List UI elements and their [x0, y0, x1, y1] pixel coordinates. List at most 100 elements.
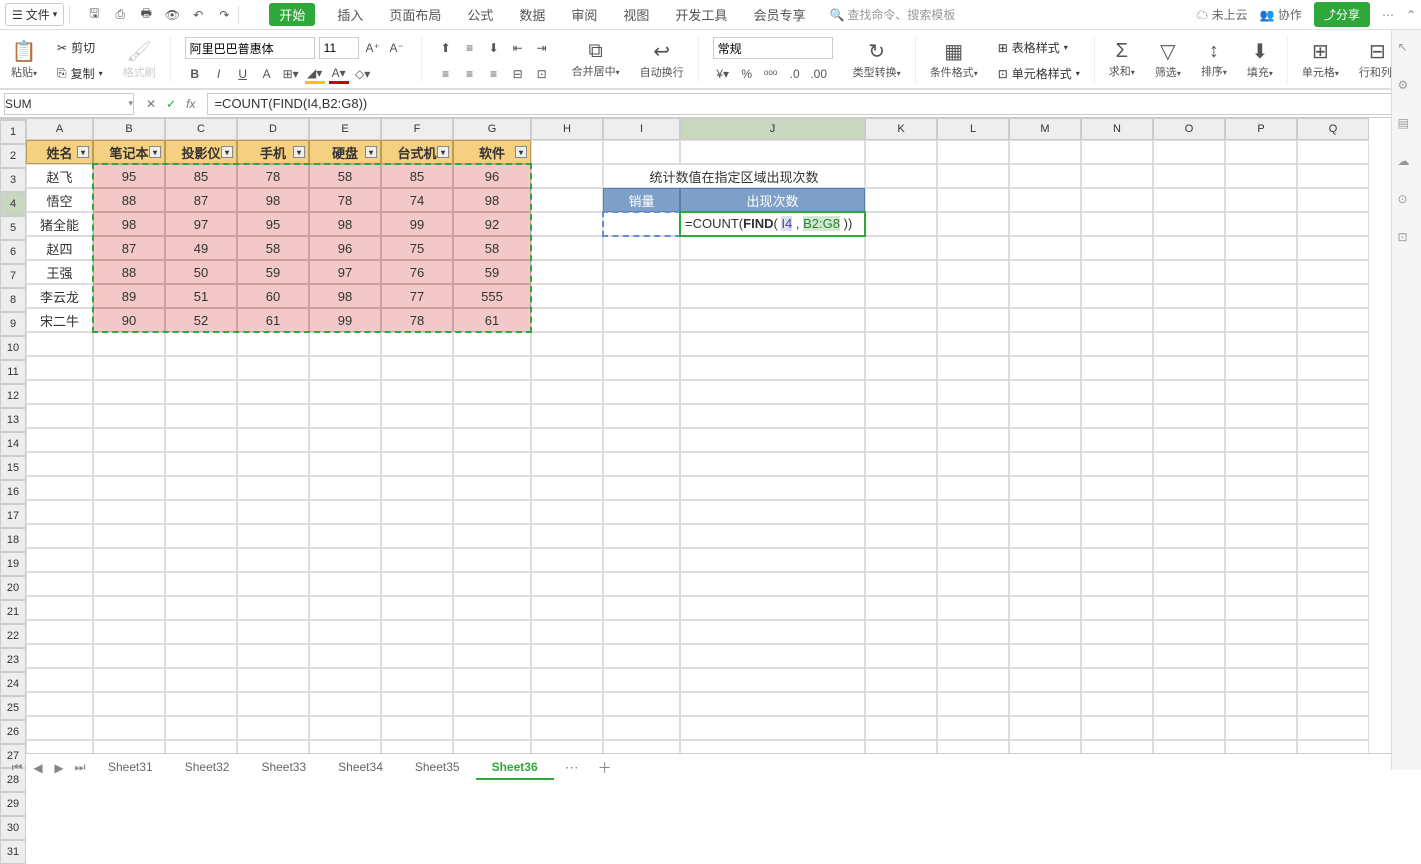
cell-P12[interactable] — [1225, 404, 1297, 428]
cell-M14[interactable] — [1009, 452, 1081, 476]
cell-D16[interactable] — [237, 500, 309, 524]
table-cell-r3-c2[interactable]: 87 — [165, 188, 237, 212]
table-cell-r5-c5[interactable]: 75 — [381, 236, 453, 260]
table-cell-r8-c3[interactable]: 61 — [237, 308, 309, 332]
cell-J16[interactable] — [680, 500, 865, 524]
cell-F17[interactable] — [381, 524, 453, 548]
cell-C17[interactable] — [165, 524, 237, 548]
cell-C12[interactable] — [165, 404, 237, 428]
cell-F15[interactable] — [381, 476, 453, 500]
cell-K5[interactable] — [865, 236, 937, 260]
cell-M15[interactable] — [1009, 476, 1081, 500]
template-icon[interactable]: ▤ — [1398, 116, 1416, 134]
cell-E21[interactable] — [309, 620, 381, 644]
cell-A18[interactable] — [26, 548, 93, 572]
filter-dropdown-icon[interactable]: ▾ — [365, 146, 377, 158]
cell-K7[interactable] — [865, 284, 937, 308]
table-style-button[interactable]: 表格样式 — [1012, 39, 1060, 56]
col-header-N[interactable]: N — [1081, 118, 1153, 140]
cell-H1[interactable] — [531, 140, 603, 164]
cell-P16[interactable] — [1225, 500, 1297, 524]
cell-J18[interactable] — [680, 548, 865, 572]
table-cell-r3-c3[interactable]: 98 — [237, 188, 309, 212]
cell-L18[interactable] — [937, 548, 1009, 572]
cell-O21[interactable] — [1153, 620, 1225, 644]
cell-I14[interactable] — [603, 452, 680, 476]
cell-H4[interactable] — [531, 212, 603, 236]
cell-J11[interactable] — [680, 380, 865, 404]
cell-K25[interactable] — [865, 716, 937, 740]
cell-F11[interactable] — [381, 380, 453, 404]
cell-N20[interactable] — [1081, 596, 1153, 620]
cell-G18[interactable] — [453, 548, 531, 572]
cell-M12[interactable] — [1009, 404, 1081, 428]
expand-icon[interactable]: ⌃ — [1406, 8, 1416, 22]
table-cell-r8-c5[interactable]: 78 — [381, 308, 453, 332]
cell-L15[interactable] — [937, 476, 1009, 500]
cell-P21[interactable] — [1225, 620, 1297, 644]
side-header-sales[interactable]: 销量 — [603, 188, 680, 212]
cell-Q19[interactable] — [1297, 572, 1369, 596]
cell-J23[interactable] — [680, 668, 865, 692]
cell-G16[interactable] — [453, 500, 531, 524]
cell-P10[interactable] — [1225, 356, 1297, 380]
row-header-13[interactable]: 13 — [0, 408, 26, 432]
cell-B13[interactable] — [93, 428, 165, 452]
cell-D15[interactable] — [237, 476, 309, 500]
filter-button[interactable]: ▽筛选▾ — [1155, 39, 1181, 80]
cell-P4[interactable] — [1225, 212, 1297, 236]
cell-C10[interactable] — [165, 356, 237, 380]
cell-L12[interactable] — [937, 404, 1009, 428]
increase-font-icon[interactable]: A⁺ — [363, 38, 383, 58]
cell-H17[interactable] — [531, 524, 603, 548]
percent-icon[interactable]: % — [737, 64, 757, 84]
cell-G23[interactable] — [453, 668, 531, 692]
decimal-dec-icon[interactable]: .0 — [785, 64, 805, 84]
cell-L22[interactable] — [937, 644, 1009, 668]
cell-H18[interactable] — [531, 548, 603, 572]
cell-H26[interactable] — [531, 740, 603, 753]
cell-G17[interactable] — [453, 524, 531, 548]
cell-L21[interactable] — [937, 620, 1009, 644]
font-name-select[interactable] — [185, 37, 315, 59]
cell-B25[interactable] — [93, 716, 165, 740]
cell-I20[interactable] — [603, 596, 680, 620]
sheet-tab-Sheet31[interactable]: Sheet31 — [92, 756, 169, 780]
copy-button[interactable]: 复制 — [71, 65, 95, 82]
cell-L2[interactable] — [937, 164, 1009, 188]
cell-D23[interactable] — [237, 668, 309, 692]
cell-M6[interactable] — [1009, 260, 1081, 284]
cell-I8[interactable] — [603, 308, 680, 332]
cell-L8[interactable] — [937, 308, 1009, 332]
tab-next-icon[interactable]: ▶ — [50, 759, 68, 777]
cell-L6[interactable] — [937, 260, 1009, 284]
table-cell-r4-c5[interactable]: 99 — [381, 212, 453, 236]
cell-J22[interactable] — [680, 644, 865, 668]
cell-D21[interactable] — [237, 620, 309, 644]
cell-G20[interactable] — [453, 596, 531, 620]
cell-I16[interactable] — [603, 500, 680, 524]
cell-K20[interactable] — [865, 596, 937, 620]
row-header-21[interactable]: 21 — [0, 600, 26, 624]
row-header-12[interactable]: 12 — [0, 384, 26, 408]
cell-A9[interactable] — [26, 332, 93, 356]
cell-J20[interactable] — [680, 596, 865, 620]
cell-P2[interactable] — [1225, 164, 1297, 188]
cell-M1[interactable] — [1009, 140, 1081, 164]
cell-O22[interactable] — [1153, 644, 1225, 668]
menu-tab-view[interactable]: 视图 — [619, 3, 653, 26]
table-cell-r3-c5[interactable]: 74 — [381, 188, 453, 212]
cell-P11[interactable] — [1225, 380, 1297, 404]
cell-J19[interactable] — [680, 572, 865, 596]
cell-M18[interactable] — [1009, 548, 1081, 572]
menu-tab-member[interactable]: 会员专享 — [749, 3, 809, 26]
cell-P22[interactable] — [1225, 644, 1297, 668]
cell-F21[interactable] — [381, 620, 453, 644]
cell-F20[interactable] — [381, 596, 453, 620]
cell-L24[interactable] — [937, 692, 1009, 716]
col-header-E[interactable]: E — [309, 118, 381, 140]
cell-F9[interactable] — [381, 332, 453, 356]
cell-O6[interactable] — [1153, 260, 1225, 284]
cell-O10[interactable] — [1153, 356, 1225, 380]
cell-N6[interactable] — [1081, 260, 1153, 284]
